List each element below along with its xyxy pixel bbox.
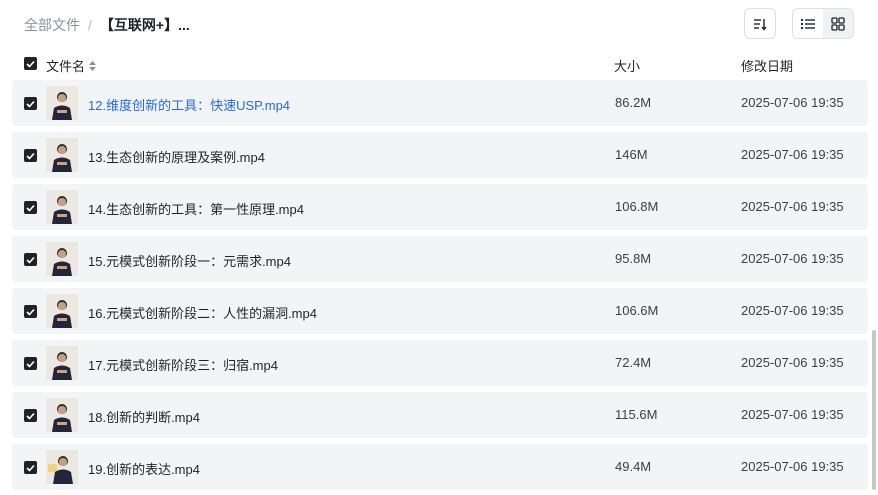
column-header-name[interactable]: 文件名 bbox=[46, 56, 97, 75]
check-icon bbox=[26, 60, 35, 68]
video-thumbnail bbox=[46, 450, 78, 484]
grid-view-icon bbox=[831, 16, 845, 31]
video-thumbnail bbox=[46, 190, 78, 224]
table-row[interactable]: 12.维度创新的工具：快速USP.mp4 86.2M 2025-07-06 19… bbox=[12, 80, 868, 126]
file-name[interactable]: 18.创新的判断.mp4 bbox=[88, 407, 200, 426]
file-size: 146M bbox=[615, 147, 648, 162]
file-size: 106.8M bbox=[615, 199, 659, 214]
breadcrumb: 全部文件 / 【互联网+】... bbox=[24, 15, 190, 35]
file-date: 2025-07-06 19:35 bbox=[741, 147, 844, 162]
breadcrumb-current[interactable]: 【互联网+】... bbox=[100, 15, 190, 35]
check-icon bbox=[26, 464, 35, 472]
breadcrumb-separator: / bbox=[88, 17, 92, 33]
table-row[interactable]: 17.元模式创新阶段三：归宿.mp4 72.4M 2025-07-06 19:3… bbox=[12, 340, 868, 386]
table-row[interactable]: 15.元模式创新阶段一：元需求.mp4 95.8M 2025-07-06 19:… bbox=[12, 236, 868, 282]
row-checkbox[interactable] bbox=[24, 253, 37, 266]
row-checkbox[interactable] bbox=[24, 201, 37, 214]
sort-icon bbox=[754, 18, 767, 31]
video-thumbnail bbox=[46, 294, 78, 328]
file-size: 115.6M bbox=[615, 407, 658, 422]
file-size: 86.2M bbox=[615, 95, 652, 110]
check-icon bbox=[26, 308, 35, 316]
row-checkbox[interactable] bbox=[24, 97, 37, 110]
video-thumbnail bbox=[46, 398, 78, 432]
column-header-name-label: 文件名 bbox=[46, 59, 86, 74]
file-date: 2025-07-06 19:35 bbox=[741, 407, 844, 422]
row-checkbox[interactable] bbox=[24, 461, 37, 474]
file-size: 49.4M bbox=[615, 459, 652, 474]
file-date: 2025-07-06 19:35 bbox=[741, 251, 844, 266]
list-view-icon bbox=[801, 18, 815, 29]
table-header: 文件名 大小 修改日期 bbox=[12, 52, 868, 78]
vertical-scrollbar[interactable] bbox=[872, 330, 876, 490]
check-icon bbox=[26, 152, 35, 160]
file-name-link[interactable]: 12.维度创新的工具：快速USP.mp4 bbox=[88, 95, 290, 114]
file-date: 2025-07-06 19:35 bbox=[741, 303, 844, 318]
video-thumbnail bbox=[46, 346, 78, 380]
column-header-size[interactable]: 大小 bbox=[614, 56, 640, 75]
sort-button[interactable] bbox=[744, 8, 776, 39]
file-name[interactable]: 17.元模式创新阶段三：归宿.mp4 bbox=[88, 355, 278, 374]
check-icon bbox=[26, 204, 35, 212]
table-row[interactable]: 19.创新的表达.mp4 49.4M 2025-07-06 19:35 bbox=[12, 444, 868, 490]
file-date: 2025-07-06 19:35 bbox=[741, 199, 844, 214]
video-thumbnail bbox=[46, 138, 78, 172]
sort-caret-icon bbox=[89, 60, 97, 71]
file-name[interactable]: 16.元模式创新阶段二：人性的漏洞.mp4 bbox=[88, 303, 317, 322]
video-thumbnail bbox=[46, 86, 78, 120]
table-row[interactable]: 16.元模式创新阶段二：人性的漏洞.mp4 106.6M 2025-07-06 … bbox=[12, 288, 868, 334]
select-all-checkbox[interactable] bbox=[24, 57, 37, 70]
video-thumbnail bbox=[46, 242, 78, 276]
column-header-date[interactable]: 修改日期 bbox=[741, 56, 793, 75]
list-view-button[interactable] bbox=[793, 9, 823, 38]
file-date: 2025-07-06 19:35 bbox=[741, 459, 844, 474]
table-row[interactable]: 14.生态创新的工具：第一性原理.mp4 106.8M 2025-07-06 1… bbox=[12, 184, 868, 230]
file-size: 106.6M bbox=[615, 303, 659, 318]
view-switch bbox=[792, 8, 854, 39]
file-size: 95.8M bbox=[615, 251, 652, 266]
table-row[interactable]: 13.生态创新的原理及案例.mp4 146M 2025-07-06 19:35 bbox=[12, 132, 868, 178]
row-checkbox[interactable] bbox=[24, 305, 37, 318]
file-size: 72.4M bbox=[615, 355, 652, 370]
file-name[interactable]: 14.生态创新的工具：第一性原理.mp4 bbox=[88, 199, 304, 218]
check-icon bbox=[26, 412, 35, 420]
file-name[interactable]: 19.创新的表达.mp4 bbox=[88, 459, 200, 478]
top-bar: 全部文件 / 【互联网+】... bbox=[0, 0, 878, 48]
grid-view-button[interactable] bbox=[823, 9, 853, 38]
file-date: 2025-07-06 19:35 bbox=[741, 355, 844, 370]
check-icon bbox=[26, 360, 35, 368]
row-checkbox[interactable] bbox=[24, 149, 37, 162]
check-icon bbox=[26, 256, 35, 264]
file-name[interactable]: 15.元模式创新阶段一：元需求.mp4 bbox=[88, 251, 291, 270]
file-name[interactable]: 13.生态创新的原理及案例.mp4 bbox=[88, 147, 265, 166]
row-checkbox[interactable] bbox=[24, 409, 37, 422]
table-row[interactable]: 18.创新的判断.mp4 115.6M 2025-07-06 19:35 bbox=[12, 392, 868, 438]
row-checkbox[interactable] bbox=[24, 357, 37, 370]
check-icon bbox=[26, 100, 35, 108]
file-date: 2025-07-06 19:35 bbox=[741, 95, 844, 110]
breadcrumb-root[interactable]: 全部文件 bbox=[24, 15, 80, 35]
